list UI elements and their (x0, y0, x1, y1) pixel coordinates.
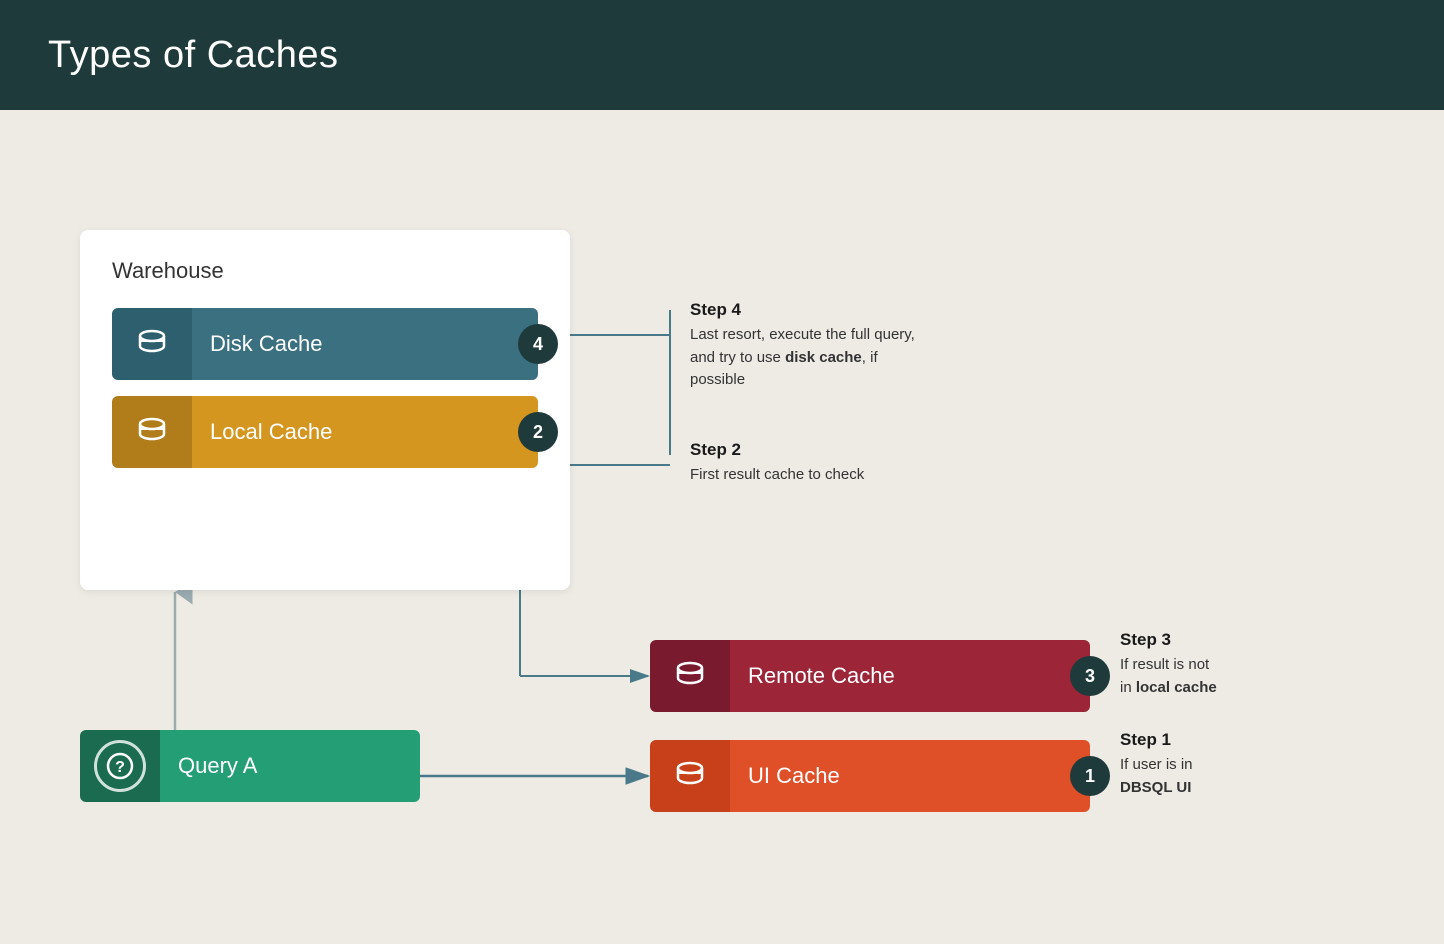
ui-cache-icon-area (650, 740, 730, 812)
step4-title: Step 4 (690, 300, 930, 320)
ui-cache-step-badge: 1 (1070, 756, 1110, 796)
disk-cache-label-area: Disk Cache (192, 308, 538, 380)
svg-text:?: ? (115, 759, 125, 776)
query-a-container: ? Query A (80, 730, 420, 802)
query-a-label-area: Query A (160, 730, 420, 802)
ui-cache-bar: UI Cache 1 (650, 740, 1090, 812)
local-cache-step-badge: 2 (518, 412, 558, 452)
local-cache-bar: Local Cache 2 (112, 396, 538, 468)
query-a-icon-area: ? (80, 730, 160, 802)
step2-desc: First result cache to check (690, 464, 864, 487)
remote-cache-label-area: Remote Cache (730, 640, 1090, 712)
local-cache-icon-area (112, 396, 192, 468)
ui-cache-label: UI Cache (748, 763, 840, 789)
step4-info: Step 4 Last resort, execute the full que… (690, 300, 930, 392)
query-a-bar: ? Query A (80, 730, 420, 802)
disk-cache-icon-area (112, 308, 192, 380)
local-cache-label: Local Cache (210, 419, 332, 445)
warehouse-label: Warehouse (112, 258, 538, 284)
step1-title: Step 1 (1120, 730, 1193, 750)
remote-cache-icon (672, 658, 708, 694)
step4-desc: Last resort, execute the full query, and… (690, 324, 930, 392)
step2-info: Step 2 First result cache to check (690, 440, 864, 487)
remote-cache-step-badge: 3 (1070, 656, 1110, 696)
step1-desc: If user is inDBSQL UI (1120, 754, 1193, 799)
remote-cache-label: Remote Cache (748, 663, 895, 689)
disk-cache-label: Disk Cache (210, 331, 322, 357)
step2-title: Step 2 (690, 440, 864, 460)
step1-info: Step 1 If user is inDBSQL UI (1120, 730, 1193, 799)
main-content: Warehouse Disk Cache 4 (0, 110, 1444, 944)
page-container: Types of Caches (0, 0, 1444, 944)
ui-cache-label-area: UI Cache (730, 740, 1090, 812)
step3-title: Step 3 (1120, 630, 1217, 650)
disk-cache-bar: Disk Cache 4 (112, 308, 538, 380)
local-cache-icon (134, 414, 170, 450)
header: Types of Caches (0, 0, 1444, 110)
step3-desc: If result is notin local cache (1120, 654, 1217, 699)
query-icon-circle: ? (94, 740, 146, 792)
remote-cache-icon-area (650, 640, 730, 712)
remote-cache-container: Remote Cache 3 (650, 640, 1090, 712)
question-mark-icon: ? (106, 752, 134, 780)
step3-info: Step 3 If result is notin local cache (1120, 630, 1217, 699)
local-cache-label-area: Local Cache (192, 396, 538, 468)
ui-cache-container: UI Cache 1 (650, 740, 1090, 812)
disk-cache-icon (134, 326, 170, 362)
warehouse-box: Warehouse Disk Cache 4 (80, 230, 570, 590)
page-title: Types of Caches (48, 34, 339, 77)
remote-cache-bar: Remote Cache 3 (650, 640, 1090, 712)
query-a-label: Query A (178, 753, 257, 779)
disk-cache-step-badge: 4 (518, 324, 558, 364)
ui-cache-icon (672, 758, 708, 794)
